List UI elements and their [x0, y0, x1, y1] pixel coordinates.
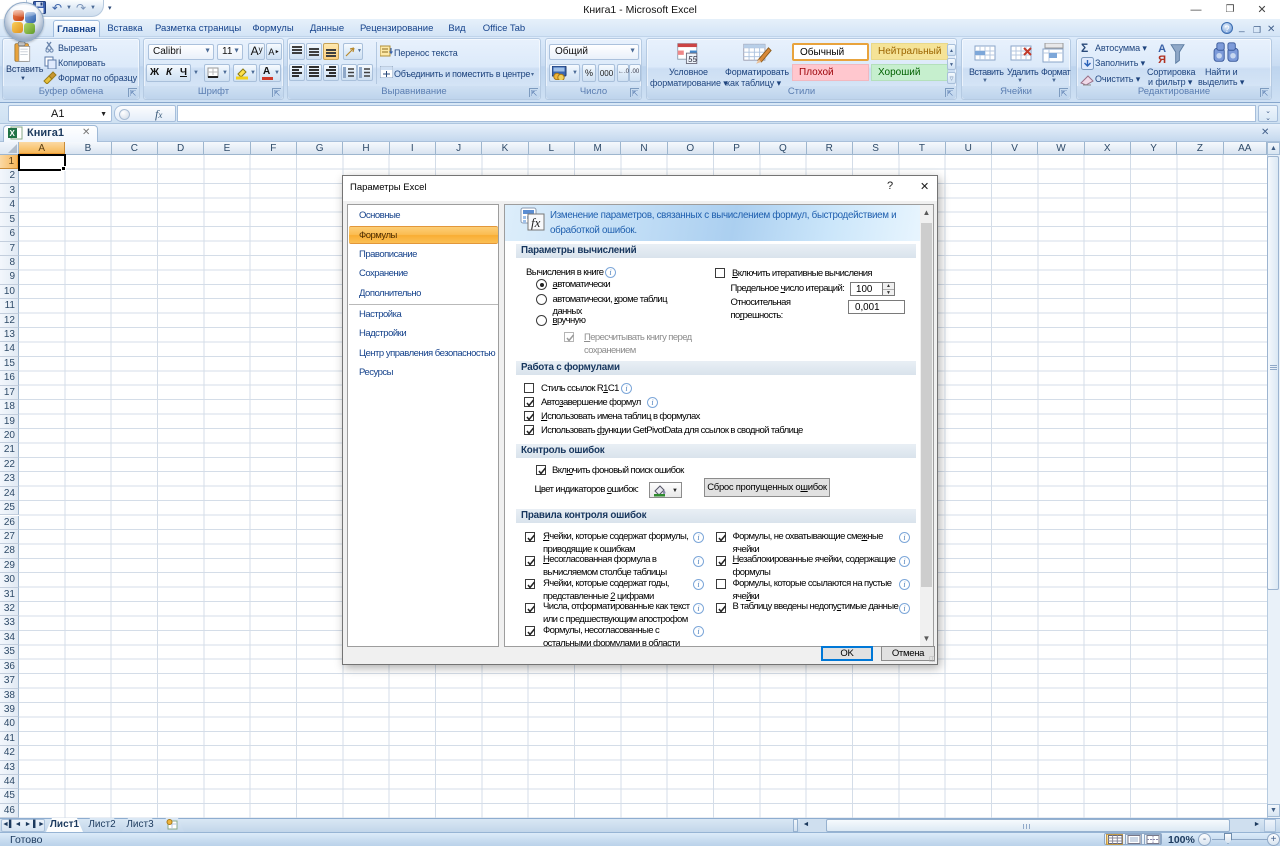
svg-text:fx: fx [531, 215, 541, 230]
svg-text:X: X [10, 129, 16, 138]
svg-text:Я: Я [1158, 54, 1166, 65]
svg-text:55: 55 [688, 55, 697, 64]
